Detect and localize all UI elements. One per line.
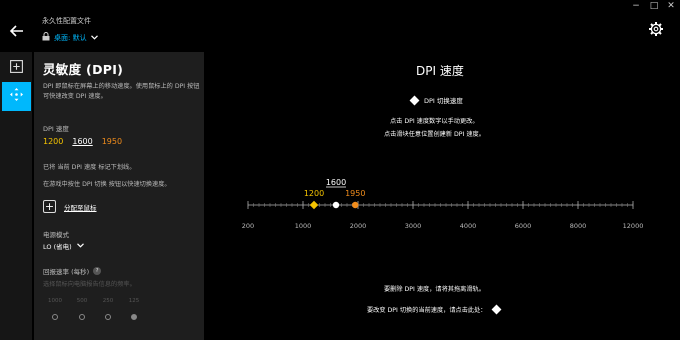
tab-assignments[interactable] — [2, 53, 31, 82]
tick-label: 2000 — [350, 222, 367, 230]
tab-sensitivity[interactable] — [2, 82, 31, 111]
gear-icon[interactable] — [648, 21, 664, 37]
radio-icon — [79, 314, 85, 320]
radio-icon — [52, 314, 58, 320]
maximize-button[interactable]: □ — [648, 1, 660, 11]
dpi-marker-1950[interactable] — [352, 201, 359, 209]
rate-option-label: 1000 — [48, 298, 62, 304]
current-dpi-note: 已将 当前 DPI 速度 标记下划线。 — [43, 164, 136, 171]
chevron-down-icon — [90, 34, 98, 42]
radio-icon — [105, 314, 111, 320]
edit-hint: 点击 DPI 速度数字以手动更改。 — [390, 118, 479, 125]
dpi-marker-1200[interactable] — [309, 200, 319, 210]
panel-title: 灵敏度 (DPI) — [43, 62, 124, 77]
power-mode-select[interactable]: LO (省电) — [43, 241, 84, 251]
report-rate-description: 选择鼠标向电脑报告信息的频率。 — [43, 281, 136, 288]
dpi-shift-legend-label: DPI 切换速度 — [424, 97, 463, 105]
rate-option-1000[interactable]: 1000 — [43, 298, 67, 320]
remove-hint: 要删除 DPI 速度，请将其拖离滑轨。 — [384, 286, 485, 293]
minimize-button[interactable]: − — [630, 1, 642, 11]
dpi-section-title: DPI 速度 — [416, 64, 464, 78]
tick-label: 4000 — [460, 222, 477, 230]
sensitivity-panel: 灵敏度 (DPI) DPI 即鼠标在屏幕上的移动速度。使用鼠标上的 DPI 按钮… — [34, 52, 204, 340]
dpi-shift-legend: DPI 切换速度 — [409, 95, 463, 105]
lock-icon — [42, 32, 50, 43]
rate-option-label: 500 — [76, 298, 88, 304]
profile-selector[interactable]: 桌面: 默认 — [42, 32, 98, 43]
dpi-value-1950[interactable]: 1950 — [102, 137, 122, 147]
create-hint: 点击滑块任意位置创建新 DPI 速度。 — [384, 131, 485, 138]
panel-description: DPI 即鼠标在屏幕上的移动速度。使用鼠标上的 DPI 按钮可快速改变 DPI … — [43, 83, 200, 100]
shift-speed-hint: 要改变 DPI 切换的当前速度，请点击此处： — [367, 304, 502, 315]
dpi-value-1200[interactable]: 1200 — [43, 137, 63, 147]
profile-name: 桌面: 默认 — [54, 33, 87, 42]
dpi-marker-label[interactable]: 1600 — [326, 178, 346, 187]
tick-label: 6000 — [515, 222, 532, 230]
dpi-shift-note: 在游戏中按住 DPI 切换 按钮以快速切换速度。 — [43, 181, 171, 188]
report-rate-options: 1000 500 250 125 — [43, 298, 143, 328]
back-arrow-icon[interactable] — [8, 22, 26, 40]
profile-title: 永久性配置文件 — [42, 17, 91, 25]
rate-option-label: 250 — [102, 298, 114, 304]
assign-to-mouse-label: 分配至鼠标 — [64, 203, 97, 212]
dpi-marker-1600[interactable] — [332, 201, 340, 209]
report-rate-label: 回报速率 (每秒) ? — [43, 266, 102, 276]
power-mode-label: 电源模式 — [43, 231, 69, 239]
add-square-icon — [10, 58, 23, 77]
dpi-shift-diamond-button[interactable] — [492, 304, 502, 315]
dpi-marker-label[interactable]: 1200 — [304, 189, 324, 198]
close-button[interactable]: ✕ — [665, 1, 677, 11]
rate-option-250[interactable]: 250 — [96, 298, 120, 320]
tick-label: 12000 — [623, 222, 644, 230]
dpi-value-list: 1200 1600 1950 — [43, 137, 122, 147]
power-mode-value: LO (省电) — [43, 243, 72, 251]
assign-to-mouse-button[interactable]: + 分配至鼠标 — [43, 200, 97, 213]
report-rate-title: 回报速率 (每秒) — [43, 268, 90, 276]
left-tab-bar — [0, 52, 32, 340]
profile-header: 永久性配置文件 桌面: 默认 — [42, 16, 98, 43]
dpi-marker-label[interactable]: 1950 — [345, 189, 365, 198]
rate-option-label: 125 — [128, 298, 140, 304]
tick-label: 8000 — [570, 222, 587, 230]
title-bar: − □ ✕ — [0, 0, 680, 14]
dpi-speed-label: DPI 速度 — [43, 125, 69, 133]
tick-label: 1000 — [295, 222, 312, 230]
diamond-icon — [409, 95, 420, 105]
shift-speed-hint-text: 要改变 DPI 切换的当前速度，请点击此处： — [367, 307, 487, 314]
move-arrows-icon — [9, 87, 24, 106]
tick-label: 200 — [242, 222, 254, 230]
help-icon[interactable]: ? — [93, 267, 102, 275]
rate-option-500[interactable]: 500 — [70, 298, 94, 320]
radio-selected-icon — [131, 314, 137, 320]
dpi-value-1600[interactable]: 1600 — [72, 137, 92, 147]
tick-label: 3000 — [405, 222, 422, 230]
chevron-down-icon — [76, 242, 84, 250]
plus-icon: + — [43, 200, 56, 213]
rate-option-125[interactable]: 125 — [122, 298, 146, 320]
